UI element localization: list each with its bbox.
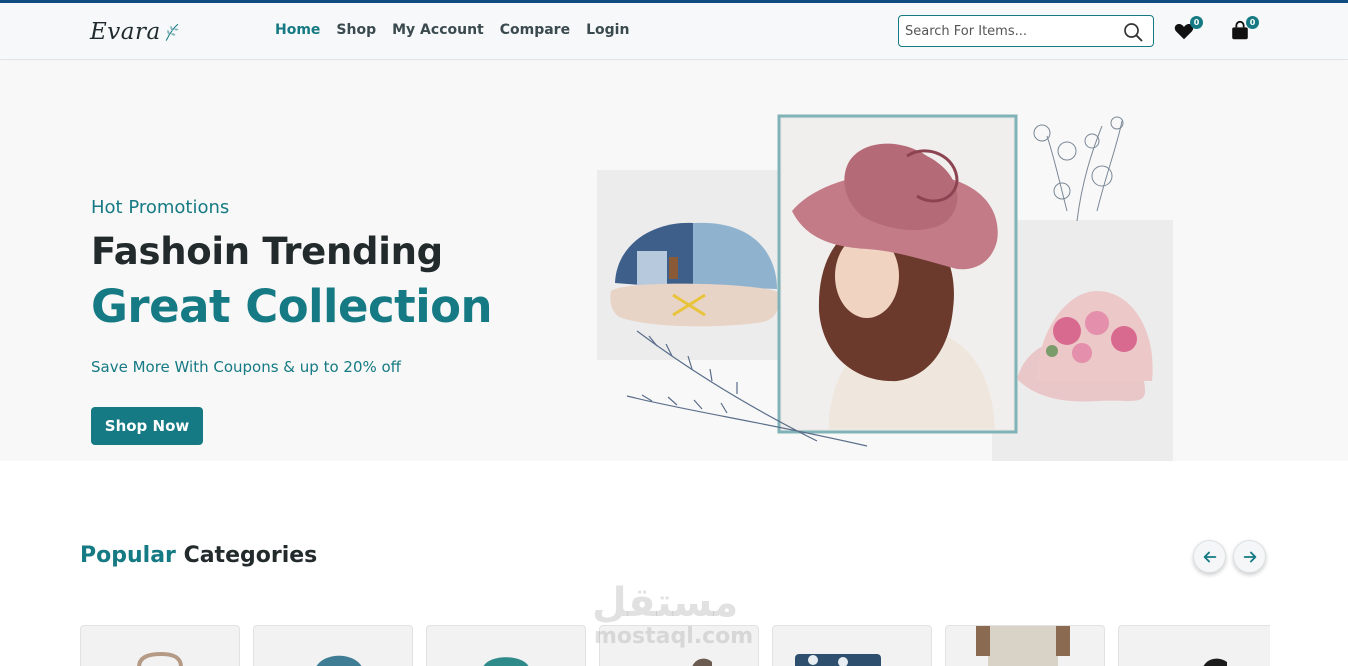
shop-now-button[interactable]: Shop Now (91, 407, 203, 445)
category-card[interactable] (426, 625, 586, 666)
categories-prev-button[interactable] (1193, 540, 1226, 573)
categories-next-button[interactable] (1233, 540, 1266, 573)
search-box (898, 15, 1154, 47)
heading-rest: Categories (183, 543, 318, 568)
popular-categories-heading: Popular Categories (80, 543, 317, 568)
cart-count-badge: 0 (1246, 16, 1259, 29)
site-logo[interactable]: Evara (90, 14, 180, 50)
woman-pink-hat-photo (777, 114, 1018, 434)
floral-sketch-decoration (1033, 116, 1124, 222)
category-card[interactable] (1118, 625, 1270, 666)
hero-heading: Fashoin Trending (91, 230, 443, 273)
clothing-thumbnail (1203, 658, 1227, 666)
heading-highlight: Popular (80, 543, 176, 568)
watermark-arabic: مستقل (592, 580, 739, 626)
arrow-left-icon (1203, 551, 1216, 562)
handbag-thumbnail (137, 651, 183, 666)
search-icon[interactable] (1123, 22, 1143, 42)
cap-thumbnail (483, 657, 529, 666)
nav-shop[interactable]: Shop (336, 22, 376, 38)
arrow-right-icon (1243, 551, 1256, 562)
search-input[interactable] (905, 21, 1110, 41)
trousers-thumbnail (976, 626, 1070, 666)
pillow-thumbnail (795, 654, 881, 666)
logo-text: Evara (90, 19, 161, 45)
hero-tagline: Hot Promotions (91, 197, 230, 218)
mostaql-watermark: مستقل mostaql.com (592, 580, 760, 652)
category-card[interactable] (945, 625, 1105, 666)
hero-subheading: Great Collection (91, 280, 493, 333)
category-card[interactable] (253, 625, 413, 666)
nav-compare[interactable]: Compare (500, 22, 570, 38)
hero-description: Save More With Coupons & up to 20% off (91, 358, 402, 376)
category-card[interactable] (80, 625, 240, 666)
watermark-latin: mostaql.com (594, 624, 754, 649)
hero-hats-illustration (597, 114, 1173, 461)
hero-banner: Hot Promotions Fashoin Trending Great Co… (0, 61, 1348, 461)
nav-login[interactable]: Login (586, 22, 629, 38)
category-card[interactable] (772, 625, 932, 666)
main-nav: Home Shop My Account Compare Login (275, 22, 629, 38)
nav-home[interactable]: Home (275, 22, 320, 38)
wishlist-count-badge: 0 (1190, 16, 1203, 29)
scarf-thumbnail (316, 655, 362, 666)
cart-button[interactable]: 0 (1229, 16, 1259, 44)
nav-my-account[interactable]: My Account (392, 22, 484, 38)
wishlist-button[interactable]: 0 (1173, 16, 1203, 44)
leaf-icon (165, 23, 179, 41)
site-header: Evara Home Shop My Account Compare Login… (0, 3, 1348, 60)
